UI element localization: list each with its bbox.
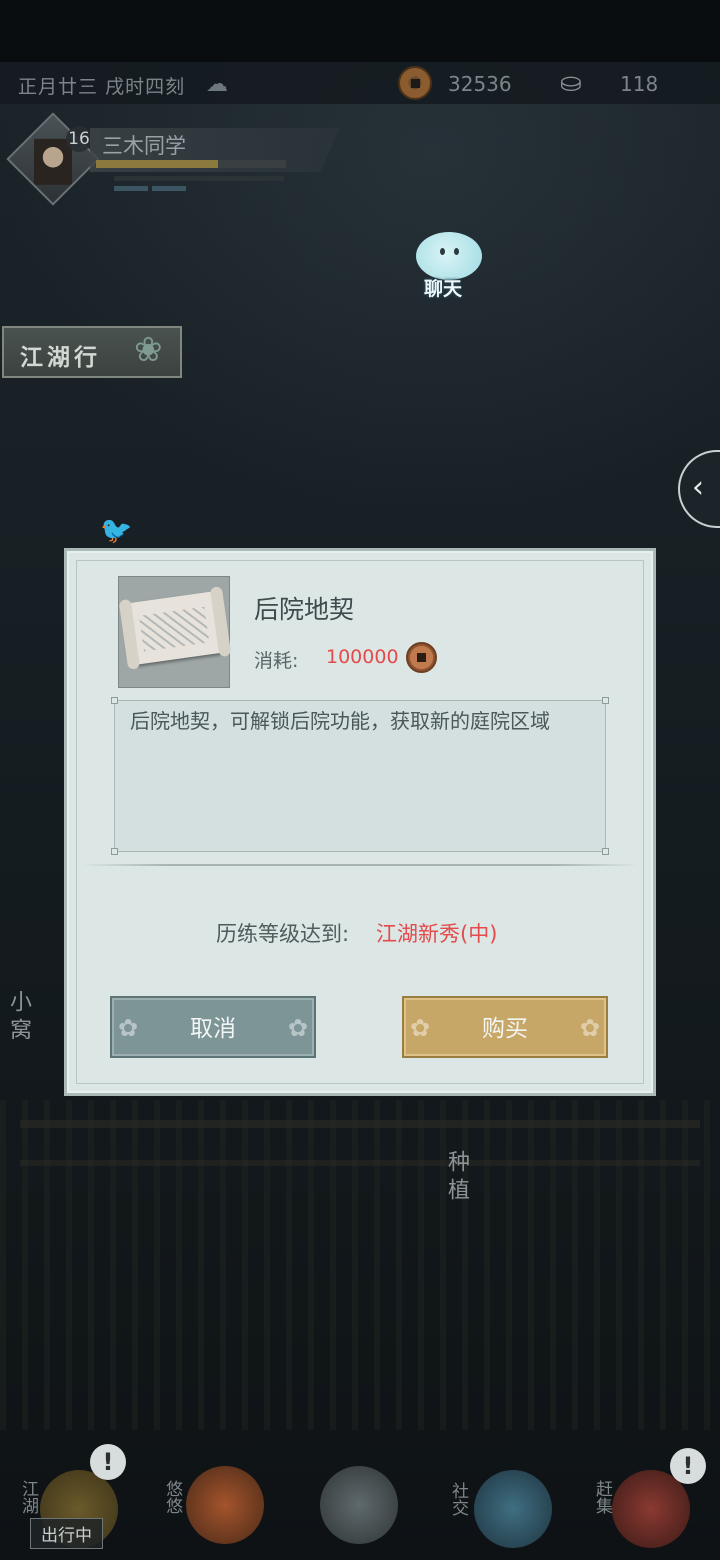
player-level: 16 [66, 126, 92, 152]
cancel-button[interactable]: ✿ 取消 ✿ [110, 996, 316, 1058]
cost-label: 消耗: [254, 650, 299, 672]
cloud-icon: ☁ [206, 72, 228, 97]
player-name: 三木同学 [102, 134, 186, 158]
nav-market-label[interactable]: 赶集 [590, 1480, 615, 1514]
nav-social-button[interactable] [474, 1470, 552, 1548]
nav-youyou-label[interactable]: 悠悠 [160, 1480, 185, 1514]
divider [82, 864, 638, 866]
buy-button[interactable]: ✿ 购买 ✿ [402, 996, 608, 1058]
flower-ornament-icon: ✿ [579, 1014, 600, 1042]
home-label[interactable]: 小窝 [2, 990, 34, 1046]
jianghu-label[interactable]: 江湖行 [20, 338, 101, 372]
flower-ornament-icon: ✿ [118, 1014, 139, 1042]
chat-label[interactable]: 聊天 [424, 274, 462, 301]
alert-icon: ! [90, 1444, 126, 1480]
chevron-left-icon[interactable]: ‹ [692, 470, 704, 505]
exp-bar-fill [96, 160, 218, 168]
game-date: 正月廿三 戌时四刻 [18, 76, 186, 98]
stamina-bar [114, 176, 284, 191]
deed-scroll-image [118, 576, 230, 688]
plant-label[interactable]: 种植 [440, 1150, 472, 1206]
exp-bar [96, 160, 286, 168]
item-description: 后院地契，可解锁后院功能，获取新的庭院区域 [130, 709, 550, 733]
flower-ornament-icon: ✿ [287, 1014, 308, 1042]
nav-jianghu-label[interactable]: 江湖 [16, 1480, 41, 1514]
outing-status: 出行中 [30, 1518, 103, 1549]
nav-social-label[interactable]: 社交 [446, 1482, 471, 1516]
flower-ornament-icon: ✿ [410, 1014, 431, 1042]
chat-icon[interactable] [416, 232, 482, 280]
nav-youyou-button[interactable] [186, 1466, 264, 1544]
requirement-label: 历练等级达到: [216, 922, 350, 946]
nav-center-compass-button[interactable] [320, 1466, 398, 1544]
requirement-value: 江湖新秀(中) [376, 922, 498, 946]
fence [20, 1120, 700, 1128]
alert-icon: ! [670, 1448, 706, 1484]
copper-coin-icon [406, 642, 437, 673]
lotus-icon: ❀ [134, 330, 163, 370]
buy-button-label: 购买 [482, 1016, 528, 1042]
cancel-button-label: 取消 [190, 1016, 236, 1042]
item-title: 后院地契 [254, 595, 355, 624]
birds-icon: 🐦 [100, 516, 133, 546]
coin-count: 32536 [448, 72, 512, 96]
silver-count: 118 [620, 72, 659, 96]
fence [20, 1160, 700, 1166]
copper-coin-icon [398, 66, 432, 100]
farm-field [0, 1100, 720, 1430]
scroll-icon [125, 590, 225, 666]
cost-value: 100000 [326, 646, 399, 668]
silver-ingot-icon: ⛀ [560, 68, 582, 98]
